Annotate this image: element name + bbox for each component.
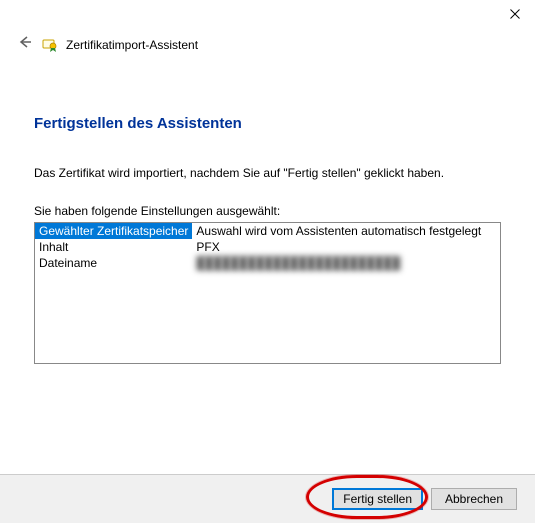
close-button[interactable] (495, 0, 535, 28)
table-row[interactable]: InhaltPFX (35, 239, 500, 255)
table-row[interactable]: Dateiname████████████████████████ (35, 255, 500, 271)
back-arrow-icon[interactable] (16, 34, 34, 55)
setting-key: Gewählter Zertifikatspeicher (35, 223, 192, 239)
setting-value: PFX (192, 239, 500, 255)
setting-value: ████████████████████████ (192, 255, 500, 271)
setting-key: Inhalt (35, 239, 192, 255)
settings-table: Gewählter ZertifikatspeicherAuswahl wird… (35, 223, 500, 271)
certificate-icon (42, 37, 58, 53)
close-icon (510, 9, 520, 19)
page-description: Das Zertifikat wird importiert, nachdem … (34, 166, 501, 180)
content-area: Fertigstellen des Assistenten Das Zertif… (0, 63, 535, 364)
footer-bar: Fertig stellen Abbrechen (0, 474, 535, 523)
page-heading: Fertigstellen des Assistenten (34, 115, 501, 132)
nav-row: Zertifikatimport-Assistent (0, 30, 535, 63)
setting-value: Auswahl wird vom Assistenten automatisch… (192, 223, 500, 239)
setting-key: Dateiname (35, 255, 192, 271)
wizard-title: Zertifikatimport-Assistent (66, 38, 198, 52)
title-bar (0, 0, 535, 30)
finish-button[interactable]: Fertig stellen (332, 488, 423, 510)
settings-table-container: Gewählter ZertifikatspeicherAuswahl wird… (34, 222, 501, 364)
table-row[interactable]: Gewählter ZertifikatspeicherAuswahl wird… (35, 223, 500, 239)
settings-intro: Sie haben folgende Einstellungen ausgewä… (34, 204, 501, 218)
cancel-button[interactable]: Abbrechen (431, 488, 517, 510)
